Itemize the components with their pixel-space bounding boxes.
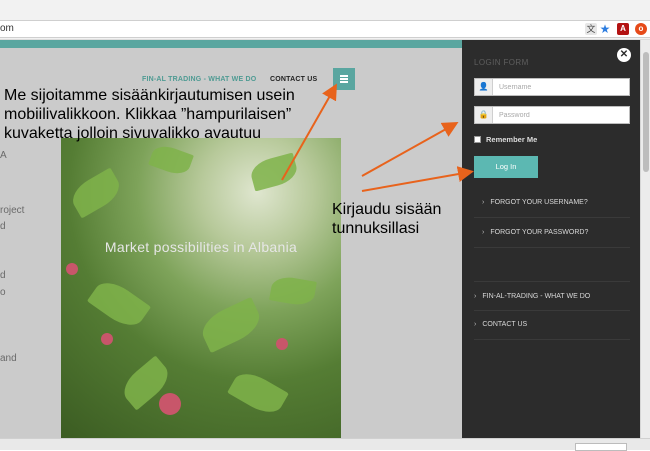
- browser-toolbar: om 文 ★ A o: [0, 0, 650, 40]
- forgot-username-label: FORGOT YOUR USERNAME?: [490, 199, 588, 206]
- remember-me-label: Remember Me: [486, 135, 538, 144]
- login-form-title: LOGIN FORM: [474, 58, 529, 67]
- annotation-login-instruction: Kirjaudu sisään tunnuksillasi: [332, 201, 442, 237]
- berry-shape: [276, 338, 288, 350]
- hero-image: Market possibilities in Albania: [61, 138, 341, 438]
- leaf-shape: [227, 366, 289, 420]
- login-sidebar-drawer: ✕ LOGIN FORM 👤 🔒 Remember Me Log In › FOR…: [462, 40, 640, 438]
- nav-link-contact[interactable]: CONTACT US: [270, 76, 317, 83]
- login-button[interactable]: Log In: [474, 156, 538, 178]
- chevron-right-icon: ›: [482, 229, 485, 236]
- leaf-shape: [248, 152, 300, 192]
- password-field[interactable]: 🔒: [474, 106, 630, 124]
- password-input[interactable]: [499, 108, 627, 122]
- hamburger-icon: [340, 75, 348, 77]
- body-text-fragment: o: [0, 287, 6, 298]
- berry-shape: [101, 333, 113, 345]
- sidebar-item-label: CONTACT US: [482, 321, 528, 328]
- leaf-shape: [269, 274, 317, 308]
- body-text-fragment: A: [0, 150, 7, 161]
- body-text-fragment: d: [0, 221, 6, 232]
- hamburger-icon-line: [340, 81, 348, 83]
- berry-shape: [66, 263, 78, 275]
- forgot-password-label: FORGOT YOUR PASSWORD?: [490, 229, 589, 236]
- hero-caption: Market possibilities in Albania: [104, 239, 298, 255]
- sidebar-item-contact[interactable]: › CONTACT US: [474, 310, 630, 340]
- scrollbar-thumb[interactable]: [643, 52, 649, 172]
- translate-icon[interactable]: 文: [585, 23, 597, 35]
- forgot-password-link[interactable]: › FORGOT YOUR PASSWORD?: [474, 218, 630, 248]
- sidebar-item-what-we-do[interactable]: › FIN-AL-TRADING - WHAT WE DO: [474, 281, 630, 311]
- bookmark-star-icon[interactable]: ★: [599, 23, 611, 35]
- leaf-shape: [148, 141, 194, 179]
- chevron-right-icon: ›: [482, 199, 485, 206]
- browser-bottom-bar: [0, 438, 650, 451]
- page-scrollbar[interactable]: [640, 40, 650, 438]
- header-accent-bar: [0, 40, 462, 48]
- chevron-right-icon: ›: [474, 293, 477, 300]
- close-icon[interactable]: ✕: [617, 48, 631, 62]
- leaf-shape: [196, 296, 266, 354]
- body-text-fragment: roject: [0, 205, 25, 216]
- forgot-username-link[interactable]: › FORGOT YOUR USERNAME?: [474, 188, 630, 218]
- username-field[interactable]: 👤: [474, 78, 630, 96]
- lock-icon: 🔒: [475, 107, 493, 123]
- leaf-shape: [86, 274, 152, 334]
- address-bar[interactable]: om 文 ★ A o: [0, 20, 650, 38]
- remember-me-row[interactable]: Remember Me: [474, 135, 537, 144]
- hamburger-icon-line: [340, 78, 348, 80]
- nav-link-what-we-do[interactable]: FIN-AL TRADING - WHAT WE DO: [142, 76, 256, 83]
- username-input[interactable]: [499, 80, 627, 94]
- leaf-shape: [66, 167, 126, 219]
- body-text-fragment: and: [0, 353, 17, 364]
- sidebar-item-label: FIN-AL-TRADING - WHAT WE DO: [482, 293, 591, 300]
- remember-me-checkbox[interactable]: [474, 136, 481, 143]
- user-icon: 👤: [475, 79, 493, 95]
- chevron-right-icon: ›: [474, 321, 477, 328]
- extension-icon[interactable]: o: [635, 23, 647, 35]
- pdf-icon[interactable]: A: [617, 23, 629, 35]
- annotation-hamburger-instruction: Me sijoitamme sisäänkirjautumisen usein …: [4, 87, 295, 142]
- berry-shape: [159, 393, 181, 415]
- url-text: om: [0, 23, 14, 34]
- body-text-fragment: d: [0, 270, 6, 281]
